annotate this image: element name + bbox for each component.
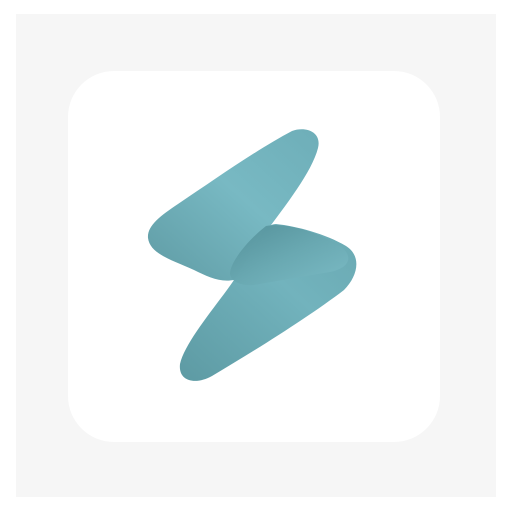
lightning-bolt-icon bbox=[147, 129, 357, 381]
icon-canvas bbox=[0, 0, 512, 512]
